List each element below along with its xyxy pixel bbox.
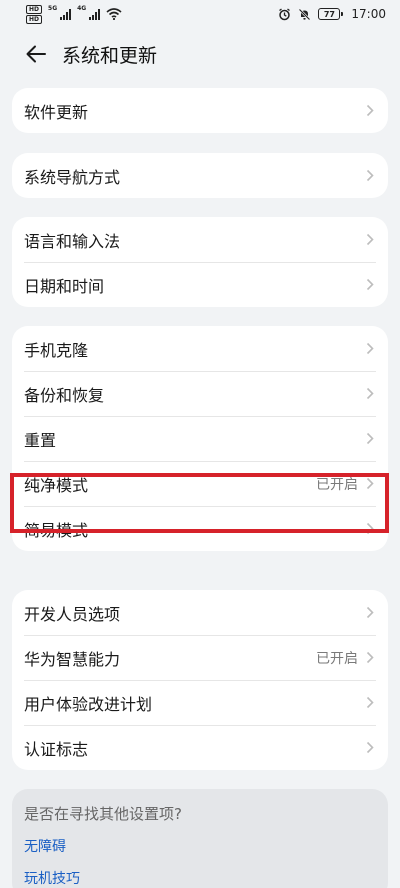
sim-badges: HD HD (26, 4, 43, 24)
sim2-badge: HD (26, 14, 43, 24)
clock: 17:00 (351, 7, 386, 21)
status-right: 77 17:00 (278, 7, 386, 21)
chevron-right-icon (366, 741, 376, 755)
setting-row-reset[interactable]: 重置 (12, 416, 388, 461)
chevron-right-icon (366, 651, 376, 665)
sim1-badge: HD (26, 4, 43, 14)
battery-icon: 77 (318, 8, 344, 20)
settings-group-update: 软件更新 (12, 88, 388, 133)
wifi-icon (106, 8, 122, 20)
settings-group-advanced: 开发人员选项 华为智慧能力 已开启 用户体验改进计划 认证标志 (12, 590, 388, 770)
row-label: 用户体验改进计划 (24, 694, 153, 714)
settings-group-language: 语言和输入法 日期和时间 (12, 217, 388, 307)
setting-row-certification[interactable]: 认证标志 (12, 725, 388, 770)
battery-level: 77 (323, 9, 335, 19)
row-label: 系统导航方式 (24, 167, 121, 187)
row-status-value: 已开启 (316, 476, 358, 493)
setting-row-user-experience[interactable]: 用户体验改进计划 (12, 680, 388, 725)
setting-row-system-navigation[interactable]: 系统导航方式 (12, 153, 388, 198)
row-label: 简易模式 (24, 520, 89, 540)
row-label: 纯净模式 (24, 475, 89, 495)
setting-row-developer-options[interactable]: 开发人员选项 (12, 590, 388, 635)
row-label: 开发人员选项 (24, 604, 121, 624)
row-label: 日期和时间 (24, 276, 105, 296)
chevron-right-icon (366, 342, 376, 356)
signal-icon (60, 8, 72, 20)
row-label: 语言和输入法 (24, 231, 121, 251)
chevron-right-icon (366, 522, 376, 536)
setting-row-pure-mode[interactable]: 纯净模式 已开启 (12, 461, 388, 506)
settings-group-system: 手机克隆 备份和恢复 重置 纯净模式 已开启 简易模式 (12, 326, 388, 551)
settings-group-navigation: 系统导航方式 (12, 153, 388, 198)
row-label: 手机克隆 (24, 340, 89, 360)
status-left: HD HD 5G 4G (26, 4, 122, 24)
setting-row-huawei-intelligence[interactable]: 华为智慧能力 已开启 (12, 635, 388, 680)
chevron-right-icon (366, 278, 376, 292)
row-label: 华为智慧能力 (24, 649, 121, 669)
chevron-right-icon (366, 432, 376, 446)
chevron-right-icon (366, 387, 376, 401)
row-status-value: 已开启 (316, 650, 358, 667)
status-bar: HD HD 5G 4G 77 17:00 (0, 0, 400, 28)
setting-row-date-time[interactable]: 日期和时间 (12, 262, 388, 307)
setting-row-language-input[interactable]: 语言和输入法 (12, 217, 388, 262)
network2-label: 4G (77, 4, 87, 12)
signal-2-icon (89, 8, 101, 20)
page-header: 系统和更新 (0, 28, 400, 80)
page-title: 系统和更新 (62, 44, 158, 67)
chevron-right-icon (366, 606, 376, 620)
mute-bell-icon (299, 8, 311, 20)
suggestion-card: 是否在寻找其他设置项? 无障碍 玩机技巧 (12, 789, 388, 888)
chevron-right-icon (366, 477, 376, 491)
arrow-left-icon (26, 45, 46, 63)
chevron-right-icon (366, 233, 376, 247)
suggestion-link-tips[interactable]: 玩机技巧 (24, 868, 376, 888)
network1-label: 5G (48, 4, 58, 12)
row-label: 重置 (24, 430, 57, 450)
row-label: 软件更新 (24, 102, 89, 122)
setting-row-simple-mode[interactable]: 简易模式 (12, 506, 388, 551)
suggestion-title: 是否在寻找其他设置项? (24, 805, 182, 823)
row-label: 认证标志 (24, 739, 89, 759)
back-button[interactable] (14, 32, 58, 76)
suggestion-link-accessibility[interactable]: 无障碍 (24, 836, 376, 856)
setting-row-backup-restore[interactable]: 备份和恢复 (12, 371, 388, 416)
setting-row-software-update[interactable]: 软件更新 (12, 88, 388, 133)
chevron-right-icon (366, 169, 376, 183)
setting-row-phone-clone[interactable]: 手机克隆 (12, 326, 388, 371)
chevron-right-icon (366, 104, 376, 118)
row-label: 备份和恢复 (24, 385, 105, 405)
alarm-icon (279, 7, 291, 20)
chevron-right-icon (366, 696, 376, 710)
